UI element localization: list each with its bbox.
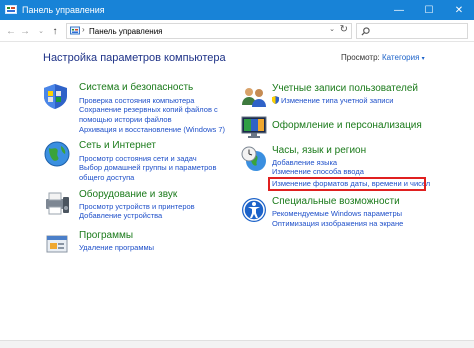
category-title[interactable]: Специальные возможности bbox=[272, 196, 400, 207]
category-personalization: Оформление и персонализация bbox=[240, 113, 460, 141]
category-network: Сеть и Интернет Просмотр состояния сети … bbox=[43, 140, 243, 183]
link-homegroup[interactable]: Выбор домашней группы и параметров общег… bbox=[79, 163, 239, 183]
personalization-icon[interactable] bbox=[240, 113, 268, 141]
window-title: Панель управления bbox=[22, 5, 105, 15]
link-optimize-display[interactable]: Оптимизация изображения на экране bbox=[272, 219, 403, 229]
page-title: Настройка параметров компьютера bbox=[43, 52, 226, 64]
title-bar: Панель управления — ☐ ✕ bbox=[0, 0, 474, 20]
category-programs: Программы Удаление программы bbox=[43, 230, 243, 256]
printer-speaker-icon[interactable] bbox=[43, 189, 71, 217]
programs-icon[interactable] bbox=[43, 230, 71, 258]
link-change-account-type[interactable]: Изменение типа учетной записи bbox=[272, 96, 393, 106]
recent-locations-button[interactable]: ⌄ bbox=[34, 24, 48, 38]
category-title[interactable]: Оформление и персонализация bbox=[272, 120, 422, 131]
category-user-accounts: Учетные записи пользователей Изменение т… bbox=[240, 83, 460, 109]
control-panel-icon bbox=[5, 5, 17, 14]
shield-system-icon[interactable] bbox=[43, 82, 71, 110]
link-change-input-method[interactable]: Изменение способа ввода bbox=[272, 167, 364, 177]
category-system-security: Система и безопасность Проверка состояни… bbox=[43, 82, 243, 138]
view-by: Просмотр: Категория ▾ bbox=[341, 53, 425, 62]
link-label: Изменение типа учетной записи bbox=[281, 96, 394, 105]
link-recommended-settings[interactable]: Рекомендуемые Windows параметры bbox=[272, 209, 402, 219]
up-button[interactable]: ↑ bbox=[48, 24, 62, 38]
network-globe-icon[interactable] bbox=[43, 140, 71, 168]
search-input[interactable] bbox=[356, 23, 468, 39]
refresh-button[interactable]: ↻ bbox=[340, 24, 348, 35]
control-panel-icon bbox=[70, 26, 80, 35]
category-accessibility: Специальные возможности Рекомендуемые Wi… bbox=[240, 196, 460, 232]
category-title[interactable]: Учетные записи пользователей bbox=[272, 83, 418, 94]
maximize-button[interactable]: ☐ bbox=[414, 0, 444, 20]
accessibility-icon[interactable] bbox=[240, 196, 268, 224]
address-dropdown-button[interactable]: ⌄ bbox=[329, 25, 335, 33]
clock-globe-icon[interactable] bbox=[240, 145, 268, 173]
category-hardware-sound: Оборудование и звук Просмотр устройств и… bbox=[43, 189, 243, 221]
view-by-label: Просмотр: bbox=[341, 53, 380, 62]
users-icon[interactable] bbox=[240, 83, 268, 111]
link-file-history[interactable]: Сохранение резервных копий файлов с помо… bbox=[79, 105, 239, 125]
close-button[interactable]: ✕ bbox=[444, 0, 474, 20]
minimize-button[interactable]: — bbox=[384, 0, 414, 20]
uac-shield-icon bbox=[272, 96, 279, 104]
breadcrumb-separator: › bbox=[82, 25, 85, 34]
link-add-device[interactable]: Добавление устройства bbox=[79, 211, 162, 221]
chevron-down-icon[interactable]: ▾ bbox=[422, 56, 425, 62]
forward-button[interactable]: → bbox=[18, 24, 32, 38]
view-by-dropdown[interactable]: Категория bbox=[382, 53, 419, 62]
breadcrumb[interactable]: Панель управления bbox=[89, 26, 163, 37]
category-title[interactable]: Система и безопасность bbox=[79, 82, 193, 93]
category-title[interactable]: Часы, язык и регион bbox=[272, 145, 366, 156]
category-title[interactable]: Сеть и Интернет bbox=[79, 140, 156, 151]
search-icon bbox=[361, 27, 370, 36]
highlight-box bbox=[268, 177, 426, 191]
category-title[interactable]: Программы bbox=[79, 230, 133, 241]
link-backup-restore[interactable]: Архивация и восстановление (Windows 7) bbox=[79, 125, 225, 135]
bottom-edge bbox=[0, 340, 474, 348]
back-button[interactable]: ← bbox=[4, 24, 18, 38]
link-uninstall-program[interactable]: Удаление программы bbox=[79, 243, 154, 253]
category-title[interactable]: Оборудование и звук bbox=[79, 189, 177, 200]
address-toolbar: ← → ⌄ ↑ › Панель управления ⌄ ↻ bbox=[0, 20, 474, 42]
address-bar[interactable]: › Панель управления ⌄ ↻ bbox=[66, 23, 352, 39]
